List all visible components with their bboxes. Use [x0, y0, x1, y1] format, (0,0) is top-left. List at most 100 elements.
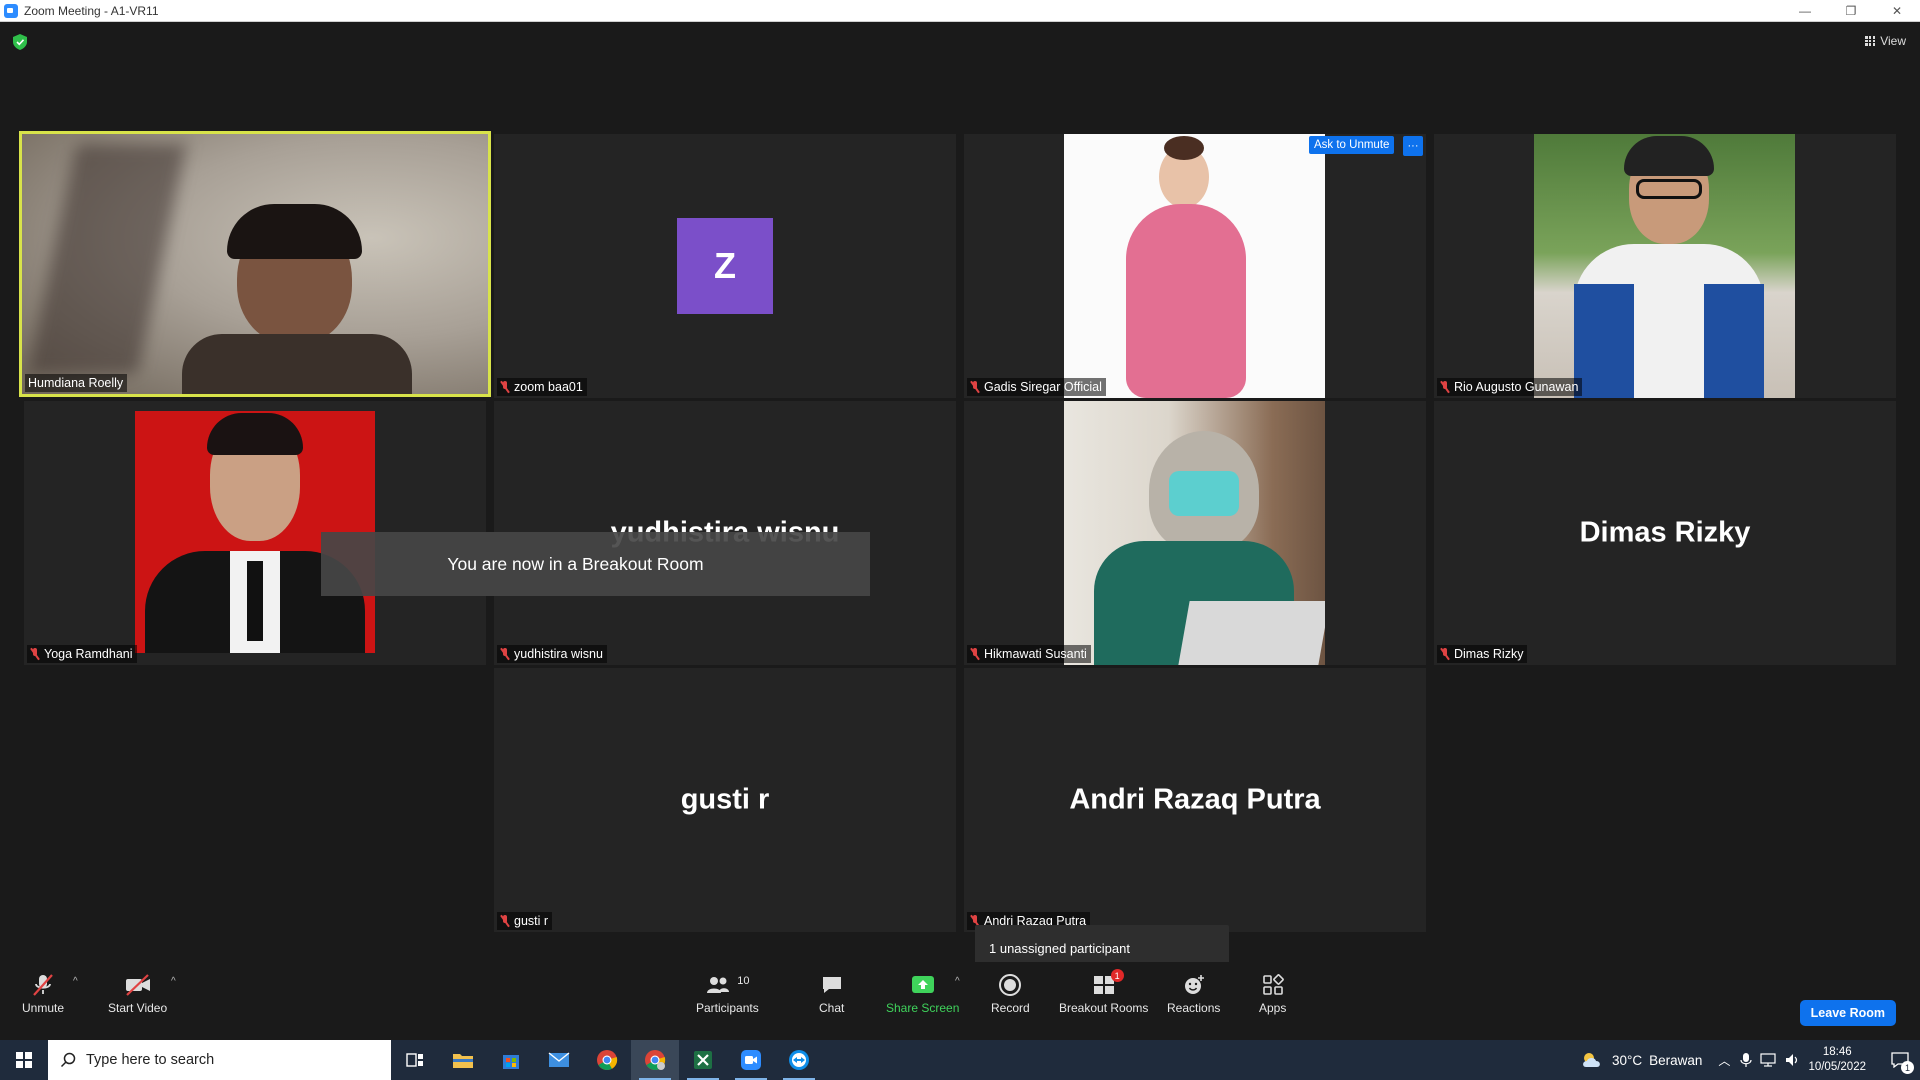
mic-muted-icon	[500, 915, 510, 927]
window-title: Zoom Meeting - A1-VR11	[24, 3, 159, 18]
start-button[interactable]	[0, 1040, 48, 1080]
more-options-button[interactable]: ···	[1403, 136, 1423, 156]
mic-muted-icon	[970, 381, 980, 393]
mic-muted-icon	[970, 648, 980, 660]
participant-name-label: Hikmawati Susanti	[967, 645, 1091, 663]
mic-muted-icon	[30, 648, 40, 660]
weather-description[interactable]: Berawan	[1649, 1053, 1702, 1068]
system-tray: 30°C Berawan ︿ 18:46 10/05/2022 1	[1580, 1040, 1920, 1080]
windows-taskbar: Type here to search 30°C Berawan ︿ 18:46…	[0, 1040, 1920, 1080]
share-options-caret[interactable]: ^	[955, 976, 960, 987]
search-icon	[60, 1052, 76, 1068]
teamviewer-icon	[789, 1050, 809, 1070]
notification-center-button[interactable]: 1	[1880, 1040, 1920, 1080]
breakout-room-notification: You are now in a Breakout Room	[321, 532, 870, 596]
video-tile-hikmawati[interactable]: Hikmawati Susanti	[964, 401, 1426, 665]
chat-bubble-icon	[822, 977, 841, 993]
video-tile-gadis[interactable]: Ask to Unmute ··· Gadis Siregar Official	[964, 134, 1426, 398]
start-video-button[interactable]: Start Video	[108, 972, 167, 1015]
participant-photo	[1534, 134, 1795, 398]
video-camera-off-icon	[125, 974, 150, 996]
video-tile-dimas[interactable]: Dimas Rizky Dimas Rizky	[1434, 401, 1896, 665]
video-tile-zoom-baa01[interactable]: Z zoom baa01	[494, 134, 956, 398]
chrome-profile-icon	[645, 1050, 666, 1071]
participants-icon	[707, 977, 730, 993]
participant-photo	[1064, 134, 1325, 398]
participants-button[interactable]: 10 Participants	[696, 972, 759, 1015]
chrome-profile-button[interactable]	[631, 1040, 679, 1080]
view-label: View	[1880, 34, 1906, 48]
search-placeholder: Type here to search	[86, 1052, 215, 1068]
participant-name-label: Rio Augusto Gunawan	[1437, 378, 1583, 396]
participants-count: 10	[737, 975, 750, 987]
chat-button[interactable]: Chat	[819, 972, 844, 1015]
chrome-button[interactable]	[583, 1040, 631, 1080]
network-icon[interactable]	[1760, 1052, 1777, 1068]
meeting-area: View Humdiana Roelly Z zoom baa01 Ask to…	[0, 22, 1920, 980]
mic-muted-icon	[1440, 381, 1450, 393]
record-button[interactable]: Record	[991, 972, 1030, 1015]
windows-logo-icon	[16, 1052, 32, 1068]
breakout-rooms-button[interactable]: 1 Breakout Rooms	[1059, 969, 1148, 1015]
participant-big-name: gusti r	[680, 783, 770, 816]
weather-cloud-icon	[1583, 1053, 1600, 1067]
mic-muted-icon	[500, 648, 510, 660]
teamviewer-button[interactable]	[775, 1040, 823, 1080]
mail-icon	[548, 1052, 570, 1067]
leave-room-button[interactable]: Leave Room	[1799, 1000, 1896, 1026]
file-explorer-button[interactable]	[439, 1040, 487, 1080]
window-title-bar: Zoom Meeting - A1-VR11 — ❐ ✕	[0, 0, 1920, 22]
video-options-caret[interactable]: ^	[171, 976, 176, 987]
excel-button[interactable]	[679, 1040, 727, 1080]
task-view-button[interactable]	[391, 1040, 439, 1080]
clock-time: 18:46	[1822, 1046, 1852, 1058]
task-view-icon	[406, 1053, 423, 1067]
microsoft-store-button[interactable]	[487, 1040, 535, 1080]
view-button[interactable]: View	[1865, 34, 1906, 48]
clock-date: 10/05/2022	[1808, 1061, 1866, 1073]
microsoft-store-icon	[503, 1055, 519, 1069]
mail-button[interactable]	[535, 1040, 583, 1080]
ask-to-unmute-button[interactable]: Ask to Unmute	[1309, 136, 1395, 154]
participant-name-label: yudhistira wisnu	[497, 645, 607, 663]
video-tile-rio[interactable]: Rio Augusto Gunawan	[1434, 134, 1896, 398]
unmute-button[interactable]: Unmute	[22, 972, 64, 1015]
excel-icon	[694, 1051, 712, 1069]
audio-options-caret[interactable]: ^	[73, 976, 78, 987]
participant-big-name: Andri Razaq Putra	[1069, 783, 1321, 816]
participant-photo	[1064, 401, 1325, 665]
participant-name-label: zoom baa01	[497, 378, 587, 396]
close-button[interactable]: ✕	[1874, 0, 1920, 22]
file-explorer-icon	[453, 1054, 473, 1068]
reactions-smiley-icon	[1184, 975, 1204, 994]
microphone-muted-icon	[33, 974, 53, 996]
zoom-app-icon	[4, 3, 18, 18]
microphone-tray-icon[interactable]	[1740, 1052, 1753, 1068]
apps-icon	[1262, 974, 1284, 995]
reactions-button[interactable]: Reactions	[1167, 972, 1220, 1015]
minimize-button[interactable]: —	[1782, 0, 1828, 22]
security-shield-icon[interactable]	[13, 34, 27, 50]
video-tile-humdiana[interactable]: Humdiana Roelly	[19, 131, 491, 397]
zoom-icon	[741, 1050, 761, 1070]
participant-name-label: Yoga Ramdhani	[27, 645, 137, 663]
video-tile-andri[interactable]: Andri Razaq Putra Andri Razaq Putra	[964, 668, 1426, 932]
chevron-up-icon[interactable]: ︿	[1718, 1052, 1730, 1069]
weather-temperature[interactable]: 30°C	[1612, 1053, 1642, 1068]
zoom-taskbar-button[interactable]	[727, 1040, 775, 1080]
volume-icon[interactable]	[1784, 1052, 1800, 1068]
participant-name-label: Dimas Rizky	[1437, 645, 1528, 663]
restore-button[interactable]: ❐	[1828, 0, 1874, 22]
share-screen-button[interactable]: Share Screen	[886, 972, 959, 1015]
apps-button[interactable]: Apps	[1259, 972, 1286, 1015]
participant-video	[22, 134, 488, 394]
mic-muted-icon	[1440, 648, 1450, 660]
taskbar-clock[interactable]: 18:46 10/05/2022	[1808, 1045, 1866, 1075]
video-tile-gusti[interactable]: gusti r gusti r	[494, 668, 956, 932]
share-screen-icon	[911, 976, 934, 993]
meeting-toolbar: Unmute ^ Start Video ^ 10 Participants C…	[0, 962, 1920, 1040]
participant-name-label: Gadis Siregar Official	[967, 378, 1106, 396]
chrome-icon	[597, 1050, 618, 1071]
taskbar-search-box[interactable]: Type here to search	[48, 1040, 391, 1080]
participant-name-label: Humdiana Roelly	[25, 374, 128, 392]
